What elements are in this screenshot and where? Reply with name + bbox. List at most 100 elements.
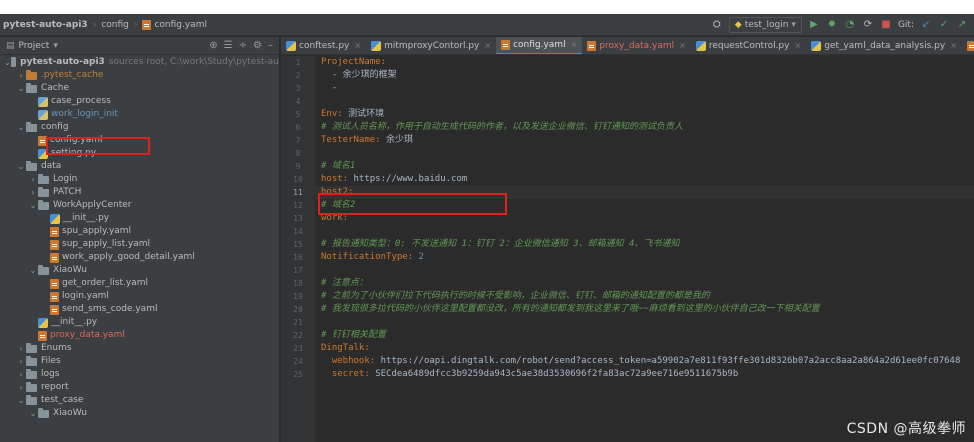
tree-item[interactable]: ⌄ XiaoWu: [0, 407, 279, 420]
hide-icon[interactable]: –: [268, 40, 273, 51]
tree-item[interactable]: ⌄ XiaoWu: [0, 264, 279, 277]
collapsed-arrow-icon[interactable]: ›: [16, 368, 26, 381]
close-icon[interactable]: ×: [484, 41, 491, 50]
expanded-arrow-icon[interactable]: ⌄: [28, 264, 38, 277]
code-line[interactable]: Env: 测试环境: [315, 108, 974, 121]
close-icon[interactable]: ×: [354, 41, 361, 50]
tree-item[interactable]: proxy_data.yaml: [0, 329, 279, 342]
code-line[interactable]: # 我发现很多拉代码的小伙伴这里配置都没改，所有的通知都发到我这里来了哦~~麻烦…: [315, 303, 974, 316]
tree-item[interactable]: ⌄ pytest-auto-api3 sources root, C:\work\S…: [0, 56, 279, 69]
close-icon[interactable]: ×: [571, 40, 578, 49]
editor-tab[interactable]: conftest.py ×: [281, 37, 366, 54]
project-panel-title[interactable]: Project: [19, 41, 50, 51]
tree-item[interactable]: __init__.py: [0, 316, 279, 329]
editor-tab[interactable]: config.yaml ×: [496, 37, 583, 54]
profile-icon[interactable]: ⟳: [862, 19, 874, 31]
tree-item[interactable]: get_order_list.yaml: [0, 277, 279, 290]
expanded-arrow-icon[interactable]: ⌄: [4, 56, 11, 69]
debug-icon[interactable]: ✹: [826, 19, 838, 31]
tree-item[interactable]: login.yaml: [0, 290, 279, 303]
expanded-arrow-icon[interactable]: ⌄: [16, 160, 26, 173]
code-line[interactable]: # 域名1: [315, 160, 974, 173]
tree-item[interactable]: sup_apply_list.yaml: [0, 238, 279, 251]
git-push-icon[interactable]: ↗: [956, 19, 968, 31]
tree-item[interactable]: ⌄ WorkApplyCenter: [0, 199, 279, 212]
code-line[interactable]: TesterName: 余少琪: [315, 134, 974, 147]
collapsed-arrow-icon[interactable]: ›: [28, 186, 38, 199]
code-line[interactable]: host2:: [315, 186, 974, 199]
code-line[interactable]: [315, 225, 974, 238]
code-line[interactable]: - 余少琪的框架: [315, 69, 974, 82]
tree-item[interactable]: › PATCH: [0, 186, 279, 199]
close-icon[interactable]: ×: [794, 41, 801, 50]
collapsed-arrow-icon[interactable]: ›: [16, 355, 26, 368]
code-line[interactable]: ProjectName:: [315, 56, 974, 69]
locate-icon[interactable]: ⊕: [209, 40, 217, 51]
git-commit-icon[interactable]: ✓: [938, 19, 950, 31]
collapsed-arrow-icon[interactable]: ›: [28, 173, 38, 186]
code-view[interactable]: ProjectName: - 余少琪的框架 - Env: 测试环境 # 测试人员名称…: [315, 56, 974, 442]
code-line[interactable]: [315, 316, 974, 329]
code-line[interactable]: [315, 147, 974, 160]
collapsed-arrow-icon[interactable]: ›: [16, 342, 26, 355]
code-line[interactable]: # 钉钉相关配置: [315, 329, 974, 342]
expanded-arrow-icon[interactable]: ⌄: [28, 199, 38, 212]
editor-tab[interactable]: requestControl.py ×: [691, 37, 806, 54]
expanded-arrow-icon[interactable]: ⌄: [16, 82, 26, 95]
code-line[interactable]: # 域名2: [315, 199, 974, 212]
tree-item[interactable]: ⌄ test_case: [0, 394, 279, 407]
expanded-arrow-icon[interactable]: ⌄: [16, 394, 26, 407]
tree-item[interactable]: › Files: [0, 355, 279, 368]
tree-item[interactable]: › Login: [0, 173, 279, 186]
code-line[interactable]: work:: [315, 212, 974, 225]
tree-item[interactable]: work_login_init: [0, 108, 279, 121]
tree-item[interactable]: ⌄ config: [0, 121, 279, 134]
code-line[interactable]: [315, 264, 974, 277]
stop-icon[interactable]: ■: [880, 19, 892, 31]
tree-item[interactable]: case_process: [0, 95, 279, 108]
tree-item[interactable]: spu_apply.yaml: [0, 225, 279, 238]
expanded-arrow-icon[interactable]: ⌄: [16, 121, 26, 134]
code-line[interactable]: # 注意点：: [315, 277, 974, 290]
close-icon[interactable]: ×: [679, 41, 686, 50]
close-icon[interactable]: ×: [950, 41, 957, 50]
coverage-icon[interactable]: ◔: [844, 19, 856, 31]
code-line[interactable]: [315, 95, 974, 108]
tree-item[interactable]: › .pytest_cache: [0, 69, 279, 82]
code-line[interactable]: host: https://www.baidu.com: [315, 173, 974, 186]
tree-item[interactable]: › logs: [0, 368, 279, 381]
editor-tab[interactable]: send_sms_c: [962, 37, 974, 54]
user-icon[interactable]: ⛭: [711, 19, 723, 31]
editor-tab[interactable]: get_yaml_data_analysis.py ×: [806, 37, 962, 54]
tree-item[interactable]: config.yaml: [0, 134, 279, 147]
code-line[interactable]: NotificationType: 2: [315, 251, 974, 264]
run-icon[interactable]: ▶: [808, 19, 820, 31]
breadcrumb-file[interactable]: config.yaml: [154, 20, 207, 30]
code-line[interactable]: DingTalk:: [315, 342, 974, 355]
tree-item[interactable]: setting.py: [0, 147, 279, 160]
tree-item[interactable]: send_sms_code.yaml: [0, 303, 279, 316]
code-line[interactable]: # 之前为了小伙伴们拉下代码执行的时候不受影响，企业微信、钉钉、邮箱的通知配置的…: [315, 290, 974, 303]
collapsed-arrow-icon[interactable]: ›: [16, 381, 26, 394]
tree-item[interactable]: ⌄ Cache: [0, 82, 279, 95]
breadcrumb-project[interactable]: pytest-auto-api3: [3, 20, 88, 30]
git-update-icon[interactable]: ↙: [920, 19, 932, 31]
breadcrumb-folder[interactable]: config: [101, 20, 129, 30]
tree-item[interactable]: work_apply_good_detail.yaml: [0, 251, 279, 264]
gear-icon[interactable]: ⚙: [253, 40, 262, 51]
code-line[interactable]: webhook: https://oapi.dingtalk.com/robot…: [315, 355, 974, 368]
expanded-arrow-icon[interactable]: ⌄: [28, 407, 38, 420]
tree-item[interactable]: › report: [0, 381, 279, 394]
run-configuration-select[interactable]: ◆ test_login ▾: [728, 17, 802, 33]
code-line[interactable]: # 报告通知类型：0: 不发送通知 1：钉钉 2：企业微信通知 3、邮箱通知 4…: [315, 238, 974, 251]
collapse-all-icon[interactable]: ☰: [224, 40, 233, 51]
editor-tab[interactable]: mitmproxyContorl.py ×: [366, 37, 496, 54]
code-line[interactable]: # 测试人员名称，作用于自动生成代码的作者，以及发送企业微信、钉钉通知的测试负责…: [315, 121, 974, 134]
code-line[interactable]: -: [315, 82, 974, 95]
tree-item[interactable]: ⌄ data: [0, 160, 279, 173]
chevron-down-icon[interactable]: ▾: [53, 41, 58, 51]
tree-item[interactable]: › Enums: [0, 342, 279, 355]
tree-item[interactable]: __init__.py: [0, 212, 279, 225]
collapsed-arrow-icon[interactable]: ›: [16, 69, 26, 82]
editor-tab[interactable]: proxy_data.yaml ×: [582, 37, 691, 54]
